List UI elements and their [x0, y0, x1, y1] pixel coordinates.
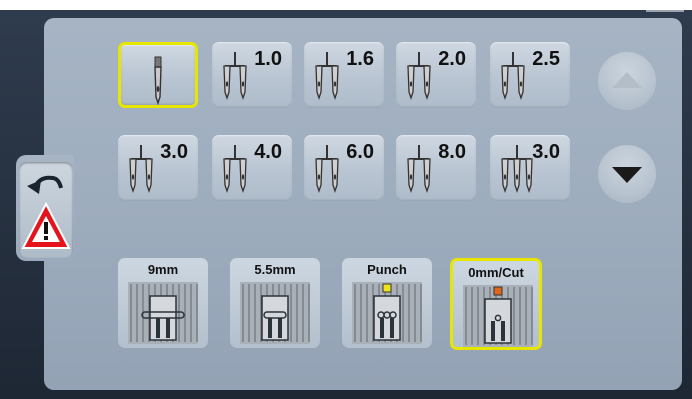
twin-needle-icon [129, 145, 153, 194]
stitch-plate-label: Punch [367, 262, 407, 277]
scroll-up-button[interactable] [598, 52, 656, 110]
needle-button-twin-needle-2-5[interactable]: 2.5 [490, 42, 570, 108]
needle-button-twin-needle-4-0[interactable]: 4.0 [212, 135, 292, 201]
needle-size-label: 2.5 [532, 48, 560, 70]
stitch-plate-button[interactable]: Punch [342, 258, 432, 348]
twin-needle-icon [223, 145, 247, 194]
needle-size-label: 1.0 [254, 48, 282, 70]
needle-size-label: 2.0 [438, 48, 466, 70]
needle-size-label: 3.0 [160, 141, 188, 163]
stitch-plate-button[interactable]: 5.5mm [230, 258, 320, 348]
warning-icon [21, 201, 71, 249]
twin-needle-icon [407, 52, 431, 101]
needle-size-label: 1.6 [346, 48, 374, 70]
needle-button-twin-needle-1-0[interactable]: 1.0 [212, 42, 292, 108]
needle-button-twin-needle-8-0[interactable]: 8.0 [396, 135, 476, 201]
needle-button-triple-needle-3-0[interactable]: 3.0 [490, 135, 570, 201]
twin-needle-icon [407, 145, 431, 194]
needle-button-twin-needle-2-0[interactable]: 2.0 [396, 42, 476, 108]
needle-button-twin-needle-3-0[interactable]: 3.0 [118, 135, 198, 201]
needle-button-twin-needle-6-0[interactable]: 6.0 [304, 135, 384, 201]
triangle-up-icon [612, 72, 642, 88]
needle-size-label: 3.0 [532, 141, 560, 163]
needle-button-twin-needle-1-6[interactable]: 1.6 [304, 42, 384, 108]
stitch-plate-label: 9mm [147, 262, 179, 277]
triangle-down-icon [612, 167, 642, 183]
twin-needle-icon [223, 52, 247, 101]
needle-size-label: 4.0 [254, 141, 282, 163]
triple-needle-icon [501, 145, 533, 194]
stitch-plate-icon [128, 282, 198, 344]
stitch-plate-icon [463, 285, 533, 347]
top-right-indicator [646, 10, 684, 12]
stitch-plate-icon [240, 282, 310, 344]
single-needle-icon [154, 56, 162, 105]
needle-size-label: 6.0 [346, 141, 374, 163]
twin-needle-icon [501, 52, 525, 101]
stitch-plate-icon [352, 282, 422, 344]
twin-needle-icon [315, 52, 339, 101]
needle-size-label: 8.0 [438, 141, 466, 163]
stitch-plate-label: 0mm/Cut [468, 265, 524, 280]
stitch-plate-label: 5.5mm [254, 262, 296, 277]
twin-needle-icon [315, 145, 339, 194]
back-warning-button[interactable] [19, 162, 73, 258]
scroll-down-button[interactable] [598, 145, 656, 203]
stitch-plate-button[interactable]: 9mm [118, 258, 208, 348]
needle-button-single-needle[interactable] [118, 42, 198, 108]
stitch-plate-button[interactable]: 0mm/Cut [450, 258, 542, 350]
